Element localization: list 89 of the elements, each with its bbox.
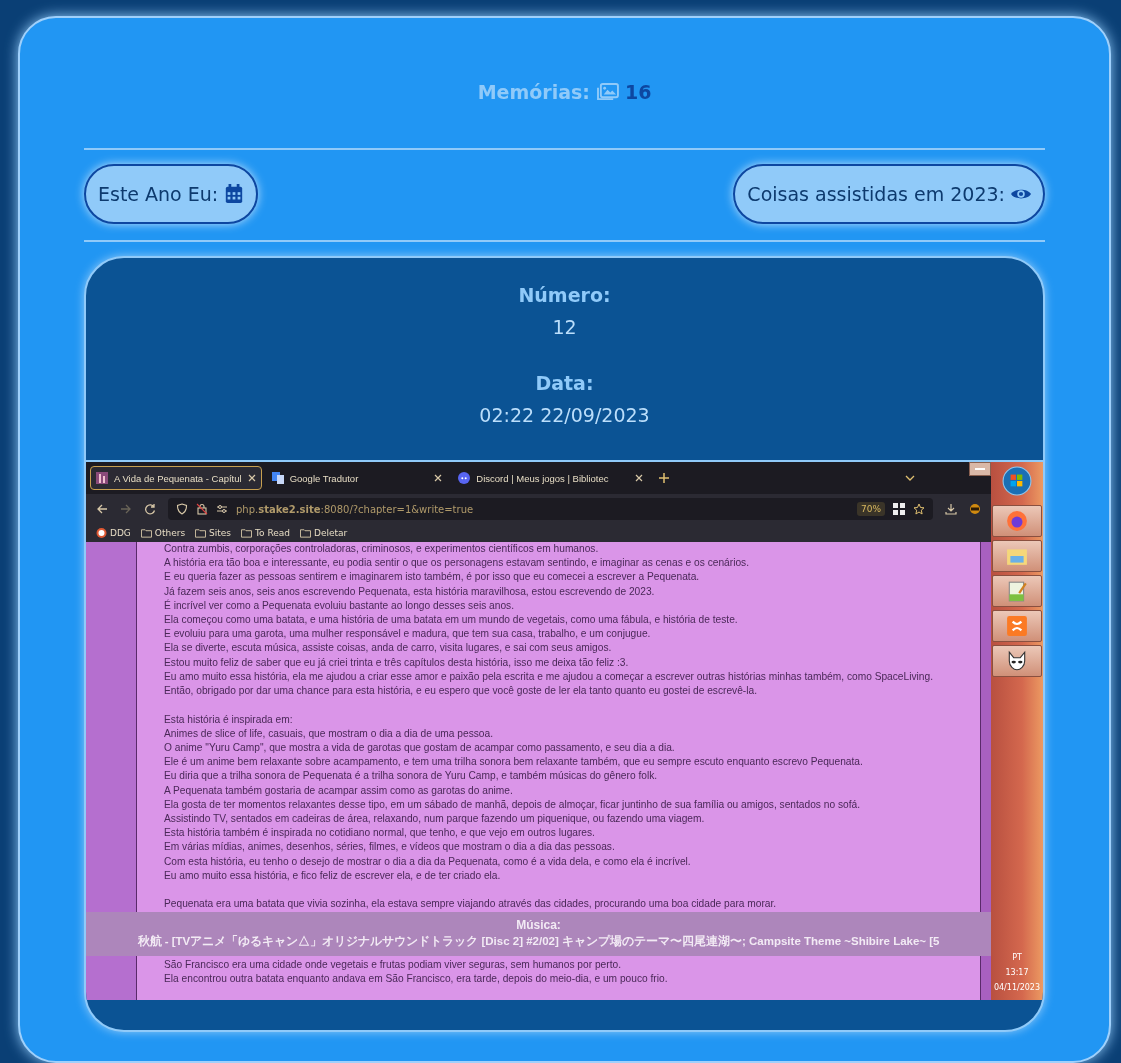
duck-icon <box>96 528 107 538</box>
story-line: É incrível ver como a Pequenata evoluiu bastante ao longo desses seis anos. <box>164 598 515 613</box>
shield-icon <box>176 503 188 515</box>
bookmark[interactable]: Sites <box>195 528 232 538</box>
story-line: Esta história é inspirada em: <box>164 712 294 727</box>
filter-button[interactable]: Coisas assistidas em 2023: <box>733 164 1045 224</box>
story-line: A Pequenata também gostaria de acampar assim como as garotas do anime. <box>164 783 514 798</box>
memories-label: Memórias: <box>477 81 590 103</box>
story-line: Eu amo muito essa história, ela me ajudou a criar esse amor e paixão pela escrita e me ajudou a começar a escrever outras histórias minhas também, como SpaceLiving. <box>164 669 934 684</box>
story-line: Ela começou como uma batata, e uma história de uma batata em um mundo de vegetais, como uma fábula, e história de teste. <box>164 613 739 627</box>
story-line: Esta história também é inspirada no cotidiano normal, que tenho, e que vejo em outros lugares. <box>164 826 596 841</box>
story-line: São Francisco era uma cidade onde vegetais e frutas podiam viver seguras, sem humanos por perto. <box>164 957 622 972</box>
alien-icon <box>1006 650 1028 672</box>
close-icon[interactable] <box>634 474 643 482</box>
story-line: Ela encontrou outra batata enquanto andava em São Francisco, era tarde, depois do meio-dia, e um pouco frio. <box>164 971 669 986</box>
story-line: Eu amo muito essa história, e fico feliz de escrever ela, e de ter criado ela. <box>164 868 502 883</box>
taskbar-button[interactable] <box>992 645 1042 677</box>
folder-icon <box>140 528 152 538</box>
story-line: A história era tão boa e interessante, eu podia sentir o que os personagens estavam sentindo, e imaginar as cenas e os cenários. <box>164 556 750 571</box>
bookmark[interactable]: DDG <box>96 528 131 538</box>
address-bar[interactable]: php.stake2.site:8080/?chapter=1&write=true 70% <box>168 498 933 520</box>
language-indicator[interactable]: PT <box>1012 952 1022 964</box>
story-line: Em várias mídias, animes, desenhos, séries, filmes, e vídeos que mostram o dia a dia das pessoas. <box>164 840 616 855</box>
blocker-icon[interactable] <box>969 503 981 515</box>
field-value: 02:22 22/09/2023 <box>479 404 650 428</box>
lock-icon <box>196 503 208 515</box>
taskbar-button[interactable] <box>992 540 1042 572</box>
back-icon[interactable] <box>96 503 108 515</box>
field-value: 12 <box>552 316 577 340</box>
reload-icon[interactable] <box>144 503 156 515</box>
start-orb-icon[interactable] <box>1002 466 1032 496</box>
tab-title: A Vida de Pequenata - Capítul <box>114 472 242 484</box>
calendar-icon <box>224 184 245 204</box>
music-label: Música: <box>516 918 561 933</box>
story-line: O anime "Yuru Camp", que mostra a vida de garotas que gostam de acampar como passamento, e seu dia a dia. <box>164 741 676 756</box>
bookmark[interactable]: Others <box>140 528 186 538</box>
story-line: Com esta história, eu tenho o desejo de mostrar o dia a dia da Pequenata, como é a vida dela, e como ela é incrível. <box>164 854 692 869</box>
notepad-icon <box>1006 580 1028 602</box>
minimize-button[interactable] <box>969 462 991 476</box>
story-line: Eu diria que a trilha sonora de Pequenata é a trilha sonora de Yuru Camp, e também músicas do gênero folk. <box>164 769 659 784</box>
filter-button[interactable]: Este Ano Eu: <box>84 164 259 224</box>
forward-icon[interactable] <box>120 503 132 515</box>
folder-icon <box>241 528 253 538</box>
download-icon[interactable] <box>945 503 957 515</box>
story-line: Contra zumbis, corporações controladoras, criminosos, e experimentos científicos em humanos. <box>164 542 600 556</box>
story-line: Então, obrigado por dar uma chance para esta história, e eu espero que você goste de ler ela tanto quanto eu gostei de escrevê-la. <box>164 684 758 699</box>
story-line: Já fazem seis anos, seis anos escrevendo Pequenata, esta história maravilhosa, estou escrevendo de 2023. <box>164 584 656 599</box>
memories-count: 16 <box>624 81 652 103</box>
folder-icon <box>195 528 207 538</box>
close-icon[interactable] <box>247 474 256 482</box>
browser-tab[interactable]: A Vida de Pequenata - Capítul <box>90 466 262 490</box>
story-line: Ela gosta de ter momentos relaxantes desse tipo, em um sábado de manhã, depois de almoçar, ficar juntinho de sua família ou amigos, sentados no sofá. <box>164 797 861 812</box>
story-line: Animes de slice of life, casuais, que mostram o dia a dia de uma pessoa. <box>164 726 494 741</box>
translate-icon <box>271 472 284 484</box>
field-label: Número: <box>518 284 611 308</box>
chevron-down-icon[interactable] <box>905 475 915 481</box>
sliders-icon <box>216 503 228 515</box>
zoom-badge[interactable]: 70% <box>857 502 885 516</box>
tab-title: Discord | Meus jogos | Bibliotec <box>476 472 609 484</box>
story-line: E evoluiu para uma garota, uma mulher responsável e madura, que tem sua casa, trabalho, e um conjugue. <box>164 627 652 642</box>
browser-tab[interactable]: Google Tradutor <box>265 466 449 490</box>
taskbar-button[interactable] <box>992 505 1042 537</box>
images-icon <box>595 82 619 102</box>
bookmark[interactable]: Deletar <box>300 528 348 538</box>
story-line: Estou muito feliz de saber que eu já criei trinta e três capítulos desta história, isso me deixa tão feliz :3. <box>164 655 630 670</box>
tab-title: Google Tradutor <box>289 472 359 484</box>
story-line: Pequenata era uma batata que vivia sozinha, ela estava sempre viajando através das cidades, procurando uma boa cidade para morar. <box>164 897 778 912</box>
story-line: Assistindo TV, sentados em cadeiras de área, relaxando, num parque fazendo um piquenique, ou fazendo uma viagem. <box>164 812 706 827</box>
story-line: Ele é um anime bem relaxante sobre acampamento, e tem uma trilha sonora bem relaxante também, que eu sempre escuto enquanto escrevo Pequenata. <box>164 755 864 770</box>
taskbar-button[interactable] <box>992 610 1042 642</box>
url-text: php.stake2.site:8080/?chapter=1&write=true <box>236 503 474 515</box>
folder-icon <box>300 528 311 538</box>
taskbar-button[interactable] <box>992 575 1042 607</box>
new-tab-icon[interactable] <box>658 473 669 483</box>
star-icon[interactable] <box>913 503 925 515</box>
server-app-icon <box>1006 615 1028 637</box>
clock-time: 13:17 <box>1005 967 1029 979</box>
browser-tab[interactable]: Discord | Meus jogos | Bibliotec <box>452 466 649 490</box>
clock-date: 04/11/2023 <box>993 982 1041 994</box>
story-line: E eu queria fazer as pessoas sentirem e imaginarem isto também, é por isso que eu comecei a escrever a Pequenata. <box>164 570 701 585</box>
close-icon[interactable] <box>434 474 443 482</box>
story-line: Ela se diverte, escuta música, assiste coisas, anda de carro, visita lugares, e sai com seus amigos. <box>164 641 613 656</box>
music-title: 秋航 - [TVアニメ「ゆるキャン△」オリジナルサウンドトラック [Disc 2] #2/02] キャンプ場のテーマ〜四尾連湖〜; Campsite Theme ~Shibire Lake~ [5 <box>137 934 940 950</box>
discord-icon <box>458 472 471 484</box>
field-label: Data: <box>535 372 594 396</box>
grid-icon[interactable] <box>893 503 905 515</box>
globe-icon <box>1006 510 1028 532</box>
bookmark[interactable]: To Read <box>241 528 290 538</box>
book-icon <box>96 472 108 484</box>
